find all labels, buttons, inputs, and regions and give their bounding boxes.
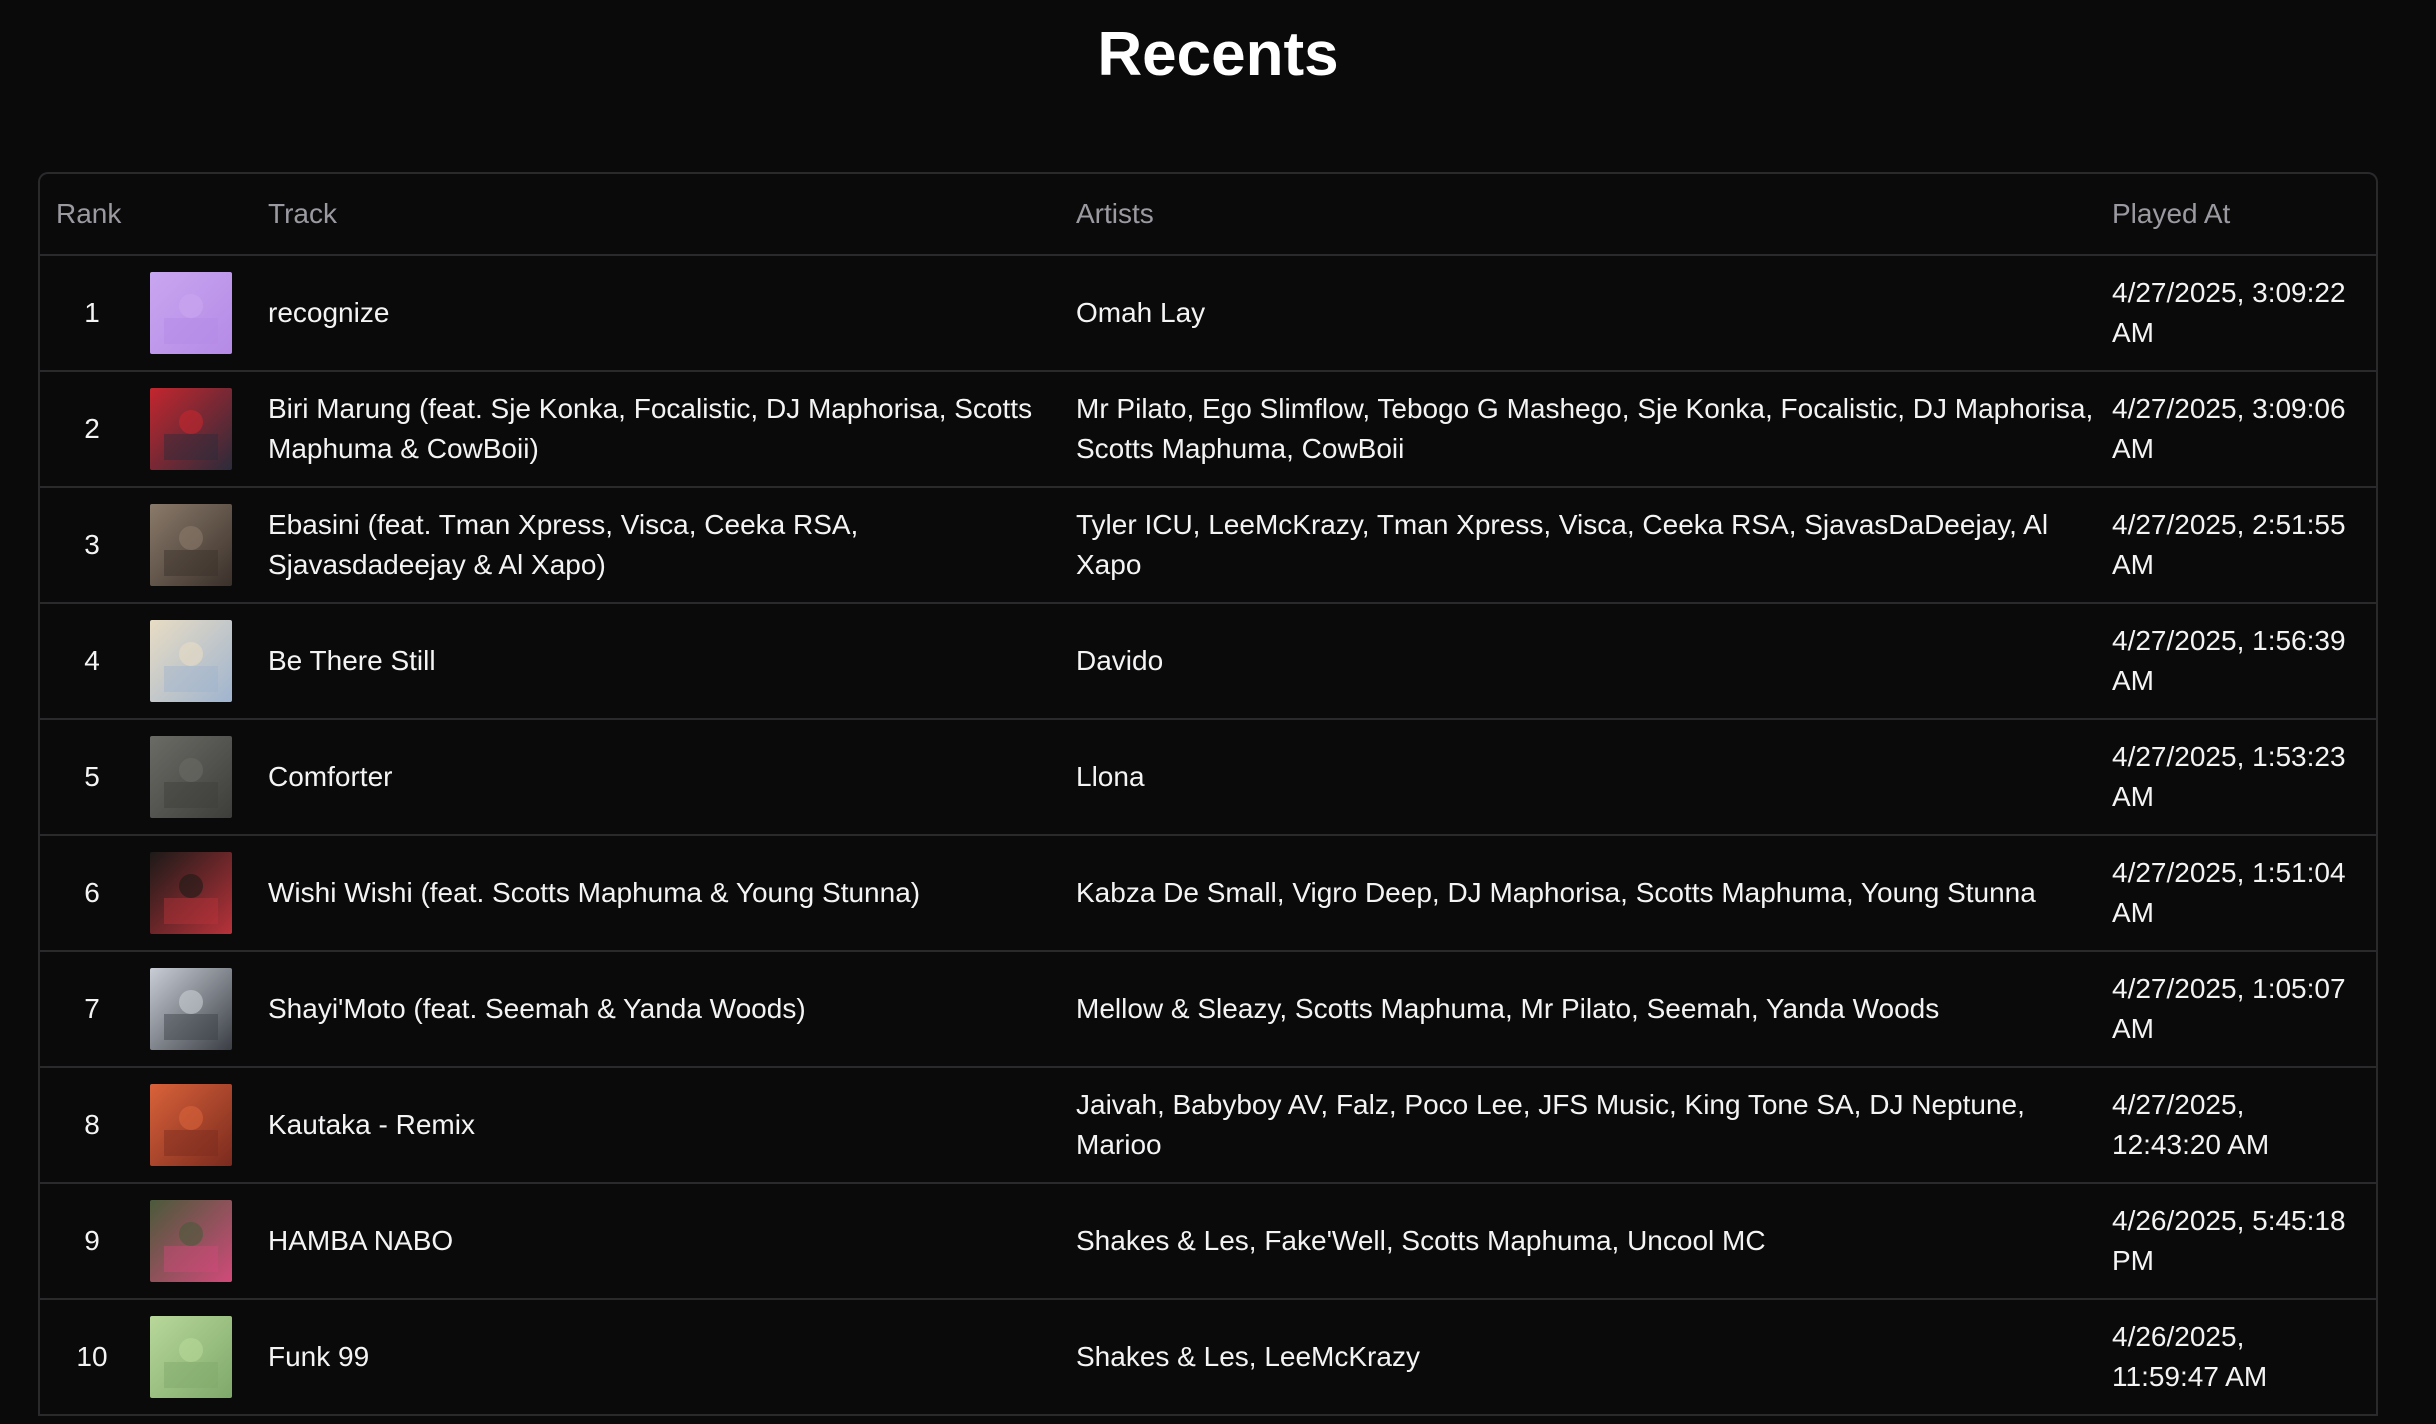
column-header-track: Track <box>252 174 1060 256</box>
played-at-timestamp: 4/26/2025, 11:59:47 AM <box>2096 1299 2376 1416</box>
track-rank: 5 <box>40 719 144 836</box>
track-rank: 8 <box>40 1067 144 1184</box>
album-art-image[interactable] <box>150 620 232 702</box>
track-artists[interactable]: Shakes & Les, LeeMcKrazy <box>1060 1299 2096 1416</box>
album-art-image[interactable] <box>150 968 232 1050</box>
track-artists[interactable]: Mellow & Sleazy, Scotts Maphuma, Mr Pila… <box>1060 951 2096 1068</box>
album-art-image[interactable] <box>150 1200 232 1282</box>
played-at-timestamp: 4/27/2025, 2:51:55 AM <box>2096 487 2376 604</box>
track-title[interactable]: Kautaka - Remix <box>252 1067 1060 1184</box>
track-artists[interactable]: Davido <box>1060 603 2096 720</box>
album-art-cell <box>144 1183 252 1300</box>
table-header-row: Rank Track Artists Played At <box>40 174 2376 256</box>
column-header-artists: Artists <box>1060 174 2096 256</box>
album-art-cell <box>144 951 252 1068</box>
track-artists[interactable]: Omah Lay <box>1060 255 2096 372</box>
track-rank: 6 <box>40 835 144 952</box>
album-art-image[interactable] <box>150 504 232 586</box>
track-rank: 2 <box>40 371 144 488</box>
table-row[interactable]: 3 Ebasini (feat. Tman Xpress, Visca, Ceek… <box>40 487 2376 604</box>
played-at-timestamp: 4/27/2025, 1:51:04 AM <box>2096 835 2376 952</box>
album-art-cell <box>144 371 252 488</box>
album-art-cell <box>144 603 252 720</box>
table-row[interactable]: 8 Kautaka - Remix Jaivah, Babyboy AV, Falz… <box>40 1067 2376 1184</box>
album-art-image[interactable] <box>150 1316 232 1398</box>
album-art-cell <box>144 1067 252 1184</box>
table-row[interactable]: 1 recognize Omah Lay 4/27/2025, 3:09:22 AM <box>40 255 2376 372</box>
played-at-timestamp: 4/26/2025, 5:45:18 PM <box>2096 1183 2376 1300</box>
played-at-timestamp: 4/27/2025, 3:09:22 AM <box>2096 255 2376 372</box>
track-title[interactable]: Shayi'Moto (feat. Seemah & Yanda Woods) <box>252 951 1060 1068</box>
track-title[interactable]: Be There Still <box>252 603 1060 720</box>
track-rank: 4 <box>40 603 144 720</box>
track-artists[interactable]: Llona <box>1060 719 2096 836</box>
table-row[interactable]: 5 Comforter Llona 4/27/2025, 1:53:23 AM <box>40 719 2376 836</box>
track-title[interactable]: Ebasini (feat. Tman Xpress, Visca, Ceeka… <box>252 487 1060 604</box>
track-artists[interactable]: Kabza De Small, Vigro Deep, DJ Maphorisa… <box>1060 835 2096 952</box>
track-artists[interactable]: Jaivah, Babyboy AV, Falz, Poco Lee, JFS … <box>1060 1067 2096 1184</box>
column-header-rank: Rank <box>40 174 144 256</box>
played-at-timestamp: 4/27/2025, 1:05:07 AM <box>2096 951 2376 1068</box>
track-artists[interactable]: Shakes & Les, Fake'Well, Scotts Maphuma,… <box>1060 1183 2096 1300</box>
column-header-played-at: Played At <box>2096 174 2376 256</box>
table-row[interactable]: 9 HAMBA NABO Shakes & Les, Fake'Well, Scot… <box>40 1183 2376 1300</box>
track-rank: 1 <box>40 255 144 372</box>
album-art-image[interactable] <box>150 1084 232 1166</box>
track-title[interactable]: Wishi Wishi (feat. Scotts Maphuma & Youn… <box>252 835 1060 952</box>
played-at-timestamp: 4/27/2025, 1:56:39 AM <box>2096 603 2376 720</box>
album-art-cell <box>144 719 252 836</box>
track-title[interactable]: recognize <box>252 255 1060 372</box>
track-artists[interactable]: Tyler ICU, LeeMcKrazy, Tman Xpress, Visc… <box>1060 487 2096 604</box>
page-title: Recents <box>1097 20 1339 89</box>
played-at-timestamp: 4/27/2025, 1:53:23 AM <box>2096 719 2376 836</box>
album-art-cell <box>144 835 252 952</box>
track-title[interactable]: HAMBA NABO <box>252 1183 1060 1300</box>
table-row[interactable]: 2 Biri Marung (feat. Sje Konka, Focalisti… <box>40 371 2376 488</box>
played-at-timestamp: 4/27/2025, 12:43:20 AM <box>2096 1067 2376 1184</box>
album-art-cell <box>144 1299 252 1416</box>
track-title[interactable]: Biri Marung (feat. Sje Konka, Focalistic… <box>252 371 1060 488</box>
track-rank: 10 <box>40 1299 144 1416</box>
album-art-image[interactable] <box>150 388 232 470</box>
recents-table: Rank Track Artists Played At 1 recognize O… <box>38 172 2378 1416</box>
album-art-cell <box>144 487 252 604</box>
track-title[interactable]: Comforter <box>252 719 1060 836</box>
track-artists[interactable]: Mr Pilato, Ego Slimflow, Tebogo G Masheg… <box>1060 371 2096 488</box>
album-art-image[interactable] <box>150 736 232 818</box>
track-title[interactable]: Funk 99 <box>252 1299 1060 1416</box>
album-art-cell <box>144 255 252 372</box>
table-row[interactable]: 6 Wishi Wishi (feat. Scotts Maphuma & You… <box>40 835 2376 952</box>
track-rank: 7 <box>40 951 144 1068</box>
table-row[interactable]: 7 Shayi'Moto (feat. Seemah & Yanda Woods)… <box>40 951 2376 1068</box>
column-header-art <box>144 174 252 256</box>
table-row[interactable]: 10 Funk 99 Shakes & Les, LeeMcKrazy 4/26/20… <box>40 1299 2376 1416</box>
track-rank: 9 <box>40 1183 144 1300</box>
album-art-image[interactable] <box>150 852 232 934</box>
album-art-image[interactable] <box>150 272 232 354</box>
track-rank: 3 <box>40 487 144 604</box>
played-at-timestamp: 4/27/2025, 3:09:06 AM <box>2096 371 2376 488</box>
table-row[interactable]: 4 Be There Still Davido 4/27/2025, 1:56:39 … <box>40 603 2376 720</box>
